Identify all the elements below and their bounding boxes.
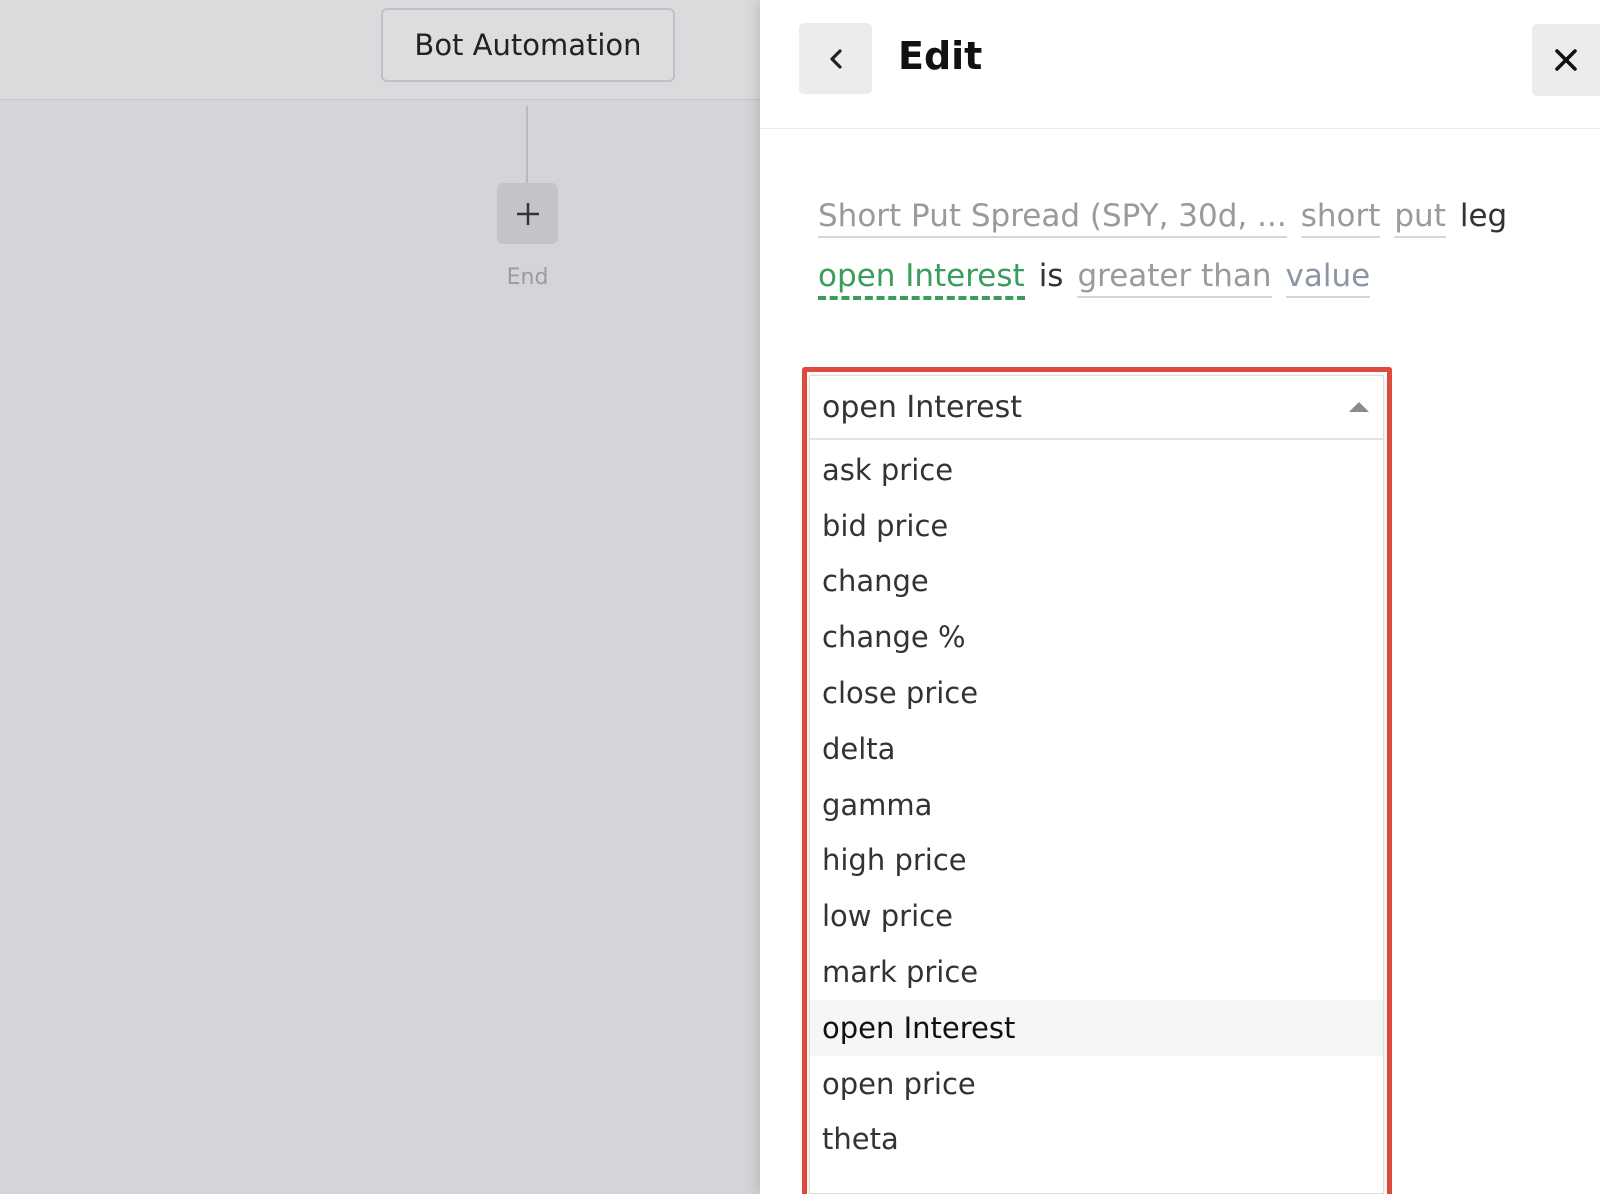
dropdown-options: ask price bid price change change % clos… bbox=[810, 442, 1383, 1167]
dropdown-option[interactable]: theta bbox=[810, 1112, 1383, 1168]
field-dropdown[interactable]: open Interest ask price bid price change… bbox=[809, 375, 1384, 1194]
dropdown-option[interactable]: delta bbox=[810, 721, 1383, 777]
dropdown-option[interactable]: gamma bbox=[810, 777, 1383, 833]
operator-token[interactable]: greater than bbox=[1077, 256, 1272, 298]
plus-icon bbox=[516, 202, 539, 225]
leg-type-token[interactable]: put bbox=[1394, 196, 1446, 238]
dropdown-option-active[interactable]: open Interest bbox=[810, 999, 1383, 1056]
field-token[interactable]: open Interest bbox=[818, 256, 1025, 300]
dropdown-option[interactable]: change % bbox=[810, 609, 1383, 665]
dropdown-option[interactable]: mark price bbox=[810, 944, 1383, 1000]
flow-connector bbox=[526, 106, 528, 184]
panel-header: Edit bbox=[760, 0, 1600, 129]
dropdown-option[interactable]: high price bbox=[810, 833, 1383, 889]
leg-side-token[interactable]: short bbox=[1300, 196, 1381, 238]
dropdown-option[interactable]: close price bbox=[810, 665, 1383, 721]
bot-automation-button[interactable]: Bot Automation bbox=[381, 8, 675, 82]
value-token[interactable]: value bbox=[1285, 256, 1371, 298]
dropdown-option[interactable]: low price bbox=[810, 888, 1383, 944]
close-icon bbox=[1555, 49, 1577, 71]
workflow-canvas: Bot Automation End bbox=[0, 0, 760, 1194]
strategy-token[interactable]: Short Put Spread (SPY, 30d, ... bbox=[818, 196, 1287, 238]
chevron-left-icon bbox=[829, 48, 842, 69]
close-button[interactable] bbox=[1532, 24, 1600, 96]
is-word: is bbox=[1038, 258, 1064, 294]
back-button[interactable] bbox=[799, 23, 872, 94]
dropdown-option[interactable]: open price bbox=[810, 1056, 1383, 1112]
add-step-button[interactable] bbox=[497, 183, 558, 244]
dropdown-option[interactable]: change bbox=[810, 554, 1383, 610]
field-select[interactable]: open Interest bbox=[810, 376, 1383, 440]
dropdown-option[interactable]: ask price bbox=[810, 442, 1383, 498]
condition-sentence: Short Put Spread (SPY, 30d, ... short put l… bbox=[818, 186, 1578, 306]
dropdown-option[interactable]: bid price bbox=[810, 498, 1383, 554]
edit-panel: Edit Short Put Spread (SPY, 30d, ... shor… bbox=[760, 0, 1600, 1194]
end-label: End bbox=[506, 265, 549, 290]
field-select-value: open Interest bbox=[822, 389, 1023, 425]
caret-up-icon[interactable] bbox=[1349, 402, 1369, 412]
leg-word: leg bbox=[1459, 198, 1508, 234]
page-title: Edit bbox=[898, 34, 983, 78]
